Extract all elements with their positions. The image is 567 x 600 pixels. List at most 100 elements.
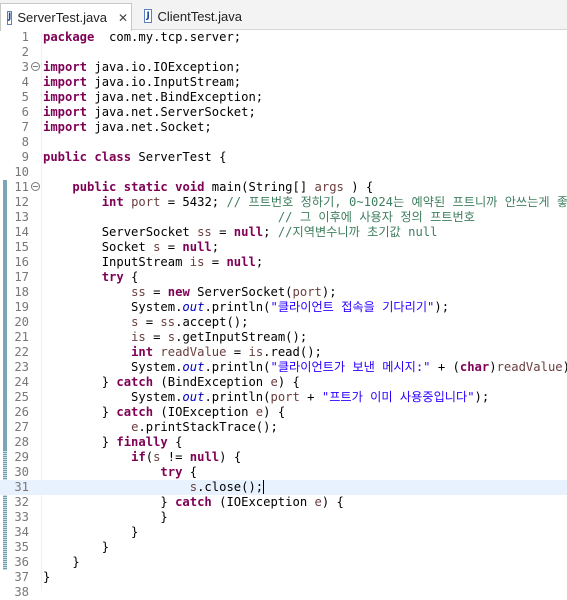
code-text: int readValue = is.read(); [131, 345, 322, 359]
line-number: 15 [14, 240, 29, 254]
line-number: 3 [21, 60, 29, 74]
code-line[interactable]: 7 import java.net.Socket; [0, 120, 567, 135]
tab-servertest[interactable]: J ServerTest.java ✕ [0, 3, 132, 31]
line-number: 2 [21, 45, 29, 59]
code-text: s.close(); [189, 480, 265, 494]
code-text: System.out.println(port + "프트가 이미 사용중입니다… [43, 390, 490, 404]
code-text: import java.net.BindException; [43, 90, 264, 104]
line-number: 19 [14, 300, 29, 314]
code-editor[interactable]: 1 package com.my.tcp.server; 2 3 import java… [0, 30, 567, 599]
code-line[interactable]: 19 System.out.println("클라이언트 접속을 기다리기"); [0, 300, 567, 315]
code-line[interactable]: 12 int port = 5432; // 프트번호 정하기, 0~1024는… [0, 195, 567, 210]
tab-label: ClientTest.java [157, 8, 242, 24]
line-number: 16 [14, 255, 29, 269]
code-line[interactable]: 8 [0, 135, 567, 150]
tab-clienttest[interactable]: J ClientTest.java [138, 3, 248, 29]
code-text: } finally { [43, 435, 183, 449]
line-number: 28 [14, 435, 29, 449]
code-line[interactable]: 18 ss = new ServerSocket(port); [0, 285, 567, 300]
code-text: } [43, 510, 168, 524]
line-number: 34 [14, 525, 29, 539]
java-file-icon: J [7, 10, 13, 25]
code-line[interactable]: 11 public static void main(String[] args… [0, 180, 567, 195]
code-line[interactable]: 38 [0, 585, 567, 600]
code-line[interactable]: 15 Socket s = null; [0, 240, 567, 255]
line-number: 11 [14, 180, 29, 194]
code-text: public class ServerTest { [43, 150, 227, 164]
code-line[interactable]: 10 [0, 165, 567, 180]
code-text: } [43, 570, 51, 584]
code-line[interactable]: 6 import java.net.ServerSocket; [0, 105, 567, 120]
line-number: 32 [14, 495, 29, 509]
line-number: 37 [14, 570, 29, 584]
code-text: int port = 5432; // 프트번호 정하기, 0~1024는 예약… [101, 195, 567, 209]
code-text: Socket s = null; [43, 240, 220, 254]
line-number: 7 [21, 120, 29, 134]
code-line[interactable]: 28 } finally { [0, 435, 567, 450]
code-text: package com.my.tcp.server; [43, 30, 242, 44]
line-number: 4 [21, 75, 29, 89]
close-icon[interactable]: ✕ [118, 11, 128, 25]
java-file-icon: J [144, 9, 153, 23]
line-number: 14 [14, 225, 29, 239]
line-number: 10 [14, 165, 29, 179]
code-line[interactable]: 14 ServerSocket ss = null; //지역변수니까 초기값 … [0, 225, 567, 240]
code-text: } catch (BindException e) { [43, 375, 300, 389]
code-line[interactable]: 30 try { [0, 465, 567, 480]
code-line[interactable]: 26 } catch (IOException e) { [0, 405, 567, 420]
fold-toggle-icon[interactable] [31, 62, 40, 71]
code-line[interactable]: 34 } [0, 525, 567, 540]
code-line[interactable]: 22 int readValue = is.read(); [0, 345, 567, 360]
code-line[interactable]: 9 public class ServerTest { [0, 150, 567, 165]
code-text: } catch (IOException e) { [43, 405, 286, 419]
line-number: 26 [14, 405, 29, 419]
code-text: try { [160, 465, 198, 479]
fold-toggle-icon[interactable] [31, 182, 40, 191]
code-line[interactable]: 23 System.out.println("클라이언트가 보낸 메시지:" +… [0, 360, 567, 375]
code-line[interactable]: 1 package com.my.tcp.server; [0, 30, 567, 45]
editor-tab-bar: J ServerTest.java ✕ J ClientTest.java [0, 0, 567, 31]
line-number: 27 [14, 420, 29, 434]
code-line[interactable]: 35 } [0, 540, 567, 555]
code-line[interactable]: 36 } [0, 555, 567, 570]
code-line[interactable]: 32 } catch (IOException e) { [0, 495, 567, 510]
line-number: 17 [14, 270, 29, 284]
line-number: 21 [14, 330, 29, 344]
code-line[interactable]: 25 System.out.println(port + "프트가 이미 사용중… [0, 390, 567, 405]
line-number: 36 [14, 555, 29, 569]
code-line[interactable]: 21 is = s.getInputStream(); [0, 330, 567, 345]
tab-label: ServerTest.java [17, 10, 107, 25]
line-number: 20 [14, 315, 29, 329]
code-line[interactable]: 24 } catch (BindException e) { [0, 375, 567, 390]
text-caret [263, 480, 265, 494]
code-line[interactable]: 3 import java.io.IOException; [0, 60, 567, 75]
line-number: 6 [21, 105, 29, 119]
line-number: 12 [14, 195, 29, 209]
line-number: 8 [21, 135, 29, 149]
code-line[interactable]: 17 try { [0, 270, 567, 285]
code-line[interactable]: 16 InputStream is = null; [0, 255, 567, 270]
code-text: ServerSocket ss = null; //지역변수니까 초기값 nul… [43, 225, 438, 239]
line-number: 5 [21, 90, 29, 104]
code-text: ss = new ServerSocket(port); [131, 285, 337, 299]
code-line[interactable]: 2 [0, 45, 567, 60]
code-line[interactable]: 27 e.printStackTrace(); [0, 420, 567, 435]
code-line[interactable]: 33 } [0, 510, 567, 525]
code-line[interactable]: 29 if(s != null) { [0, 450, 567, 465]
code-text: import java.io.IOException; [43, 60, 242, 74]
code-line[interactable]: 5 import java.net.BindException; [0, 90, 567, 105]
code-text: } catch (IOException e) { [43, 495, 344, 509]
line-number: 30 [14, 465, 29, 479]
line-number: 18 [14, 285, 29, 299]
code-line[interactable]: 20 s = ss.accept(); [0, 315, 567, 330]
line-number: 24 [14, 375, 29, 389]
line-number: 29 [14, 450, 29, 464]
code-line[interactable]: 37} [0, 570, 567, 585]
code-line[interactable]: 4 import java.io.InputStream; [0, 75, 567, 90]
line-number: 13 [14, 210, 29, 224]
code-text: public static void main(String[] args ) … [72, 180, 374, 194]
code-text: try { [101, 270, 139, 284]
code-line[interactable]: 31 s.close(); [0, 480, 567, 495]
code-text: // 그 이후에 사용자 정의 프트번호 [277, 210, 475, 224]
code-line[interactable]: 13 // 그 이후에 사용자 정의 프트번호 [0, 210, 567, 225]
